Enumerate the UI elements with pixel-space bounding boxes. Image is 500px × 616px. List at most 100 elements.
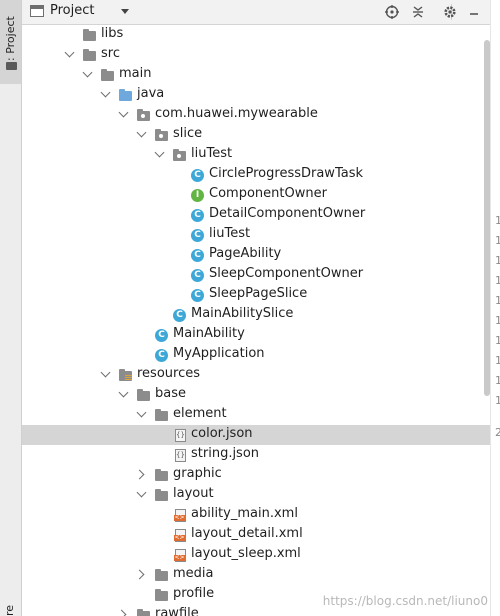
chevron-down-icon[interactable] (136, 487, 147, 498)
tree-node-string-json[interactable]: {} string.json (22, 445, 490, 465)
class-icon: C (191, 209, 204, 222)
chevron-down-icon[interactable] (121, 9, 129, 14)
tree-node-label: profile (173, 586, 215, 601)
tree-node-label: libs (101, 26, 124, 41)
chevron-down-icon[interactable] (154, 147, 165, 158)
source-folder-icon (119, 89, 132, 101)
tree-node-resources[interactable]: resources (22, 365, 490, 385)
tree-node-label: rawfile (155, 606, 199, 616)
chevron-right-icon[interactable] (116, 609, 127, 616)
chevron-down-icon[interactable] (118, 387, 129, 398)
gutter-line-number: 1 (495, 394, 500, 407)
project-view-title[interactable]: Project (50, 3, 94, 18)
tree-node-label: element (173, 406, 227, 421)
tree-node-package-root[interactable]: com.huawei.mywearable (22, 105, 490, 125)
project-tree: libs src main java com.huawei.mywearable… (22, 25, 490, 616)
class-icon: C (191, 289, 204, 302)
tree-node-label: main (119, 66, 152, 81)
tree-node-media[interactable]: media (22, 565, 490, 585)
gear-icon[interactable] (441, 3, 459, 21)
tree-node-xml-file[interactable]: ability_main.xml (22, 505, 490, 525)
gutter-line-number: 1 (495, 314, 500, 327)
gutter-line-number: 1 (495, 374, 500, 387)
chevron-right-icon[interactable] (134, 569, 145, 580)
json-file-icon: {} (175, 449, 186, 462)
gutter-line-number: 1 (495, 254, 500, 267)
chevron-down-icon[interactable] (136, 127, 147, 138)
tree-node-class[interactable]: C MyApplication (22, 345, 490, 365)
tree-node-liutest-package[interactable]: liuTest (22, 145, 490, 165)
tree-node-libs[interactable]: libs (22, 25, 490, 45)
folder-icon (155, 409, 168, 421)
tree-node-slice[interactable]: slice (22, 125, 490, 145)
resources-folder-icon (119, 369, 132, 381)
chevron-down-icon[interactable] (118, 107, 129, 118)
folder-icon (6, 62, 17, 70)
tree-node-label: java (137, 86, 165, 101)
tree-node-class[interactable]: C SleepComponentOwner (22, 265, 490, 285)
tree-node-java[interactable]: java (22, 85, 490, 105)
tree-node-interface[interactable]: I ComponentOwner (22, 185, 490, 205)
json-file-icon: {} (175, 429, 186, 442)
tree-node-xml-file[interactable]: layout_sleep.xml (22, 545, 490, 565)
project-view-icon (30, 5, 44, 17)
folder-icon (83, 49, 96, 61)
project-tool-tab-label: 1: Project (4, 16, 17, 68)
tree-node-label: SleepComponentOwner (209, 266, 364, 281)
tree-node-class[interactable]: C MainAbility (22, 325, 490, 345)
minimize-icon[interactable] (465, 3, 483, 21)
target-icon[interactable] (383, 3, 401, 21)
gutter-line-number: 1 (495, 334, 500, 347)
gutter-line-number: 1 (495, 274, 500, 287)
tree-node-base[interactable]: base (22, 385, 490, 405)
tree-node-label: media (173, 566, 214, 581)
bottom-tool-tab-label[interactable]: re (3, 590, 18, 616)
folder-icon (155, 469, 168, 481)
tree-node-xml-file[interactable]: layout_detail.xml (22, 525, 490, 545)
interface-icon: I (191, 189, 204, 202)
chevron-down-icon[interactable] (64, 47, 75, 58)
tree-node-label: color.json (191, 426, 253, 441)
class-icon: C (191, 229, 204, 242)
tree-node-class[interactable]: C DetailComponentOwner (22, 205, 490, 225)
class-icon: C (155, 349, 168, 362)
tree-node-label: SleepPageSlice (209, 286, 308, 301)
tree-node-class[interactable]: C SleepPageSlice (22, 285, 490, 305)
tree-node-class[interactable]: C PageAbility (22, 245, 490, 265)
folder-icon (137, 609, 150, 616)
tree-node-color-json[interactable]: {} color.json (22, 425, 490, 445)
tree-node-class[interactable]: C CircleProgressDrawTask (22, 165, 490, 185)
tree-node-element[interactable]: element (22, 405, 490, 425)
gutter-line-number: 2 (495, 426, 500, 439)
tree-node-main[interactable]: main (22, 65, 490, 85)
package-icon (155, 129, 168, 141)
folder-icon (155, 569, 168, 581)
tree-node-label: MyApplication (173, 346, 265, 361)
tree-node-class[interactable]: C MainAbilitySlice (22, 305, 490, 325)
xml-file-icon (174, 549, 186, 562)
tree-node-label: MainAbility (173, 326, 245, 341)
chevron-down-icon[interactable] (136, 407, 147, 418)
package-icon (137, 109, 150, 121)
tree-node-graphic[interactable]: graphic (22, 465, 490, 485)
chevron-down-icon[interactable] (100, 367, 111, 378)
chevron-down-icon[interactable] (82, 67, 93, 78)
project-tool-tab[interactable]: 1: Project (0, 0, 21, 84)
chevron-right-icon[interactable] (134, 469, 145, 480)
tree-node-label: string.json (191, 446, 260, 461)
tree-node-label: ComponentOwner (209, 186, 327, 201)
tree-node-label: liuTest (191, 146, 233, 161)
class-icon: C (191, 169, 204, 182)
class-icon: C (173, 309, 186, 322)
tree-node-class[interactable]: C liuTest (22, 225, 490, 245)
xml-file-icon (174, 509, 186, 522)
folder-icon (155, 589, 168, 601)
tool-window-strip: 1: Project re (0, 0, 22, 616)
chevron-down-icon[interactable] (100, 87, 111, 98)
tree-node-label: base (155, 386, 186, 401)
collapse-all-icon[interactable] (409, 3, 427, 21)
tree-node-layout[interactable]: layout (22, 485, 490, 505)
tree-node-label: PageAbility (209, 246, 282, 261)
tree-node-src[interactable]: src (22, 45, 490, 65)
class-icon: C (191, 249, 204, 262)
